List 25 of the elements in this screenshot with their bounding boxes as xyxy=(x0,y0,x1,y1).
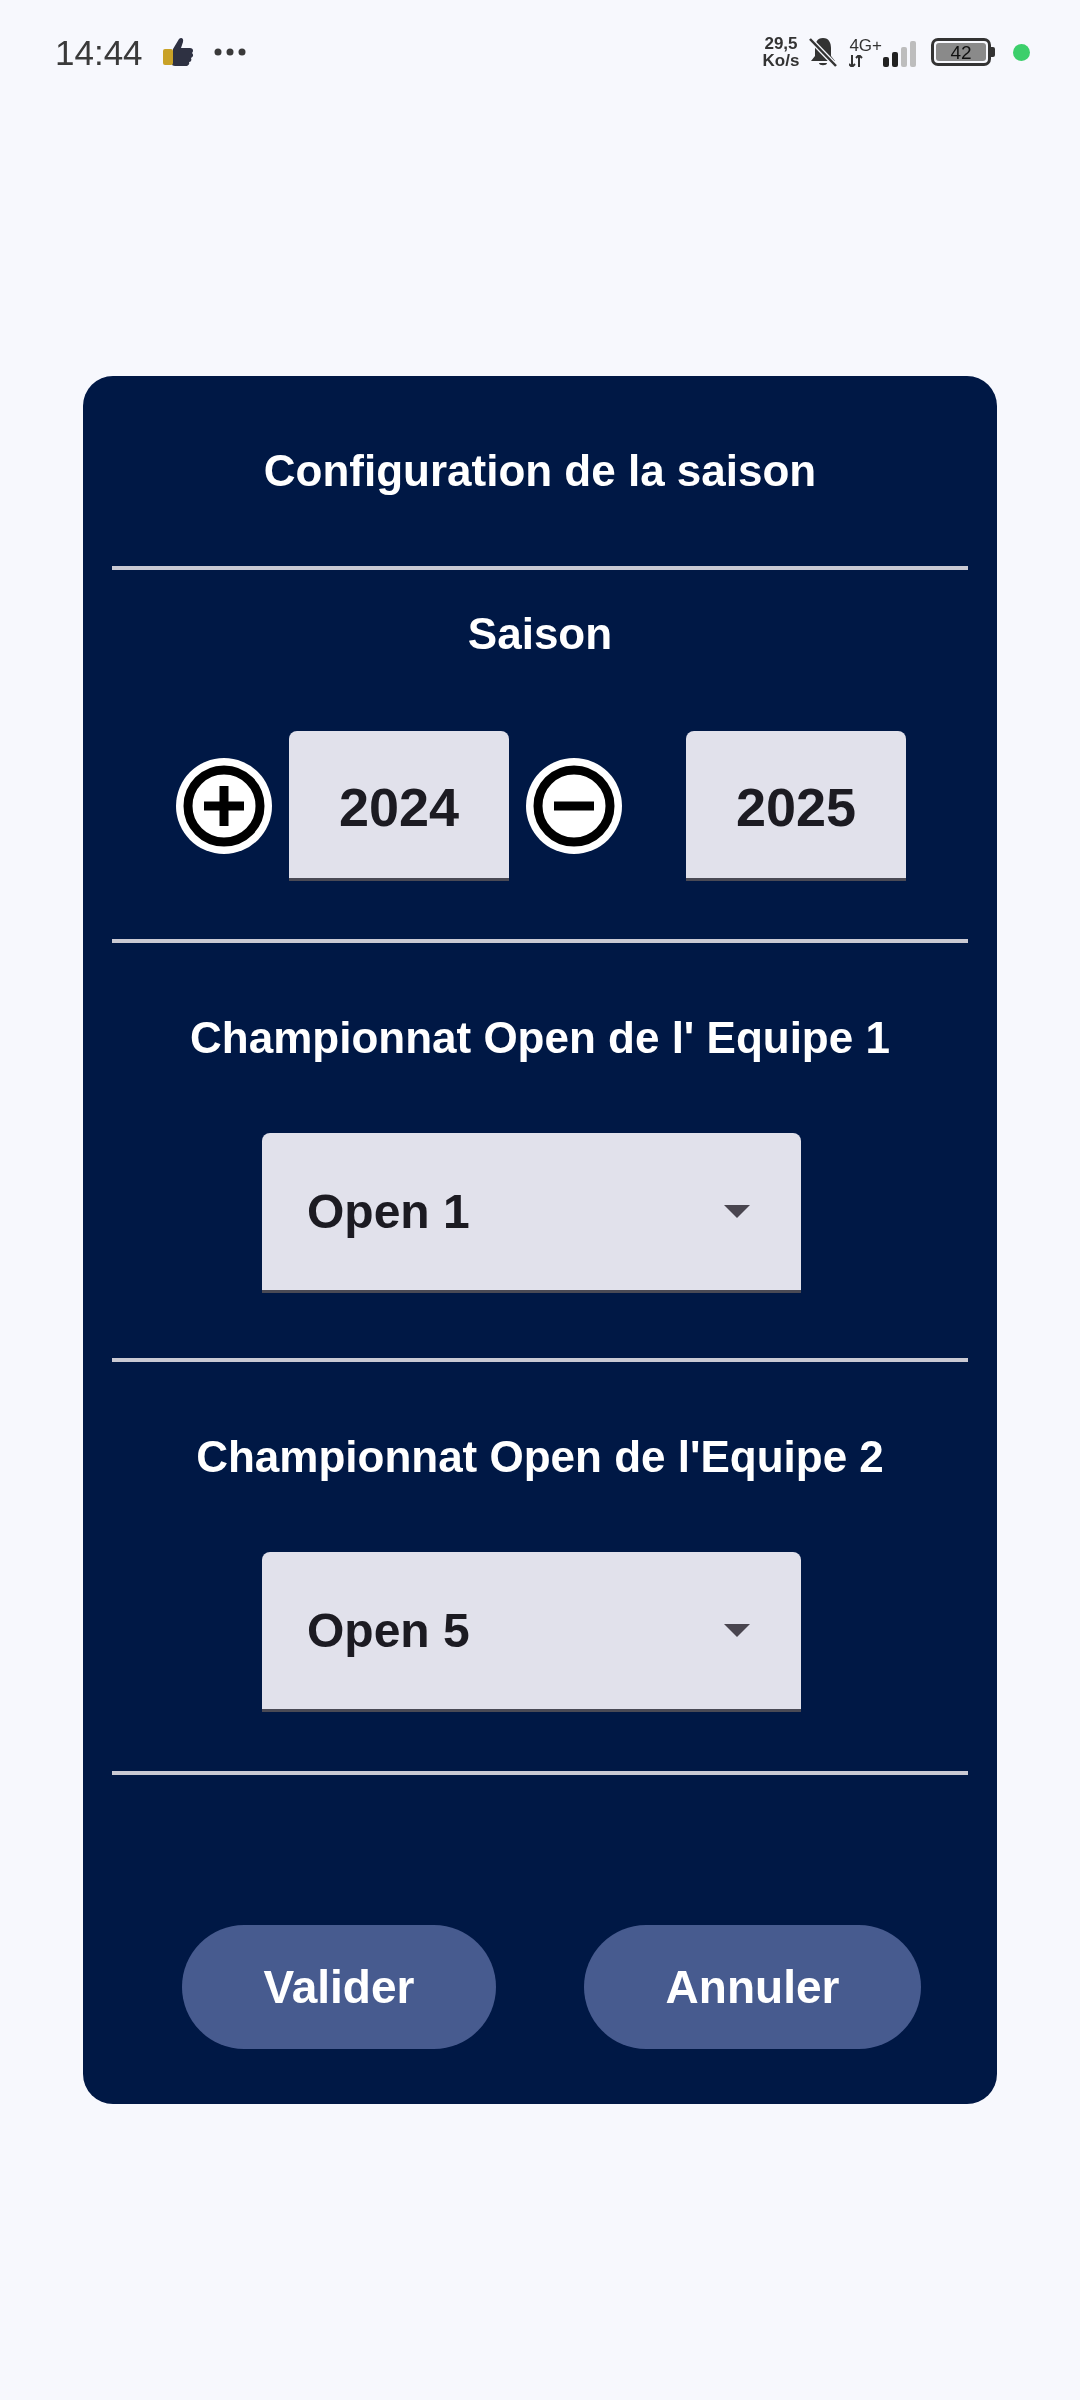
caret-icon xyxy=(724,1205,750,1218)
section-label: Championnat Open de l' Equipe 1 xyxy=(190,1016,890,1060)
plus-icon[interactable] xyxy=(176,758,272,854)
dialog-button[interactable]: Annuler xyxy=(584,1925,921,2049)
indicator-dot-icon xyxy=(1013,43,1030,61)
dialog-title: Configuration de la saison xyxy=(263,449,817,493)
dropdown[interactable]: Open 5 xyxy=(262,1552,801,1712)
network-type-label: 4G+ xyxy=(849,37,882,54)
section-label: Championnat Open de l'Equipe 2 xyxy=(196,1435,884,1479)
thumbs-up-icon xyxy=(160,35,195,69)
bell-muted-icon xyxy=(807,35,840,69)
dropdown[interactable]: Open 1 xyxy=(262,1133,801,1293)
caret-icon xyxy=(724,1624,750,1637)
network-speed-unit: Ko/s xyxy=(762,52,800,69)
section-label: Saison xyxy=(467,612,613,656)
year-field[interactable]: 2024 xyxy=(289,731,509,881)
dialog-button[interactable]: Valider xyxy=(182,1925,496,2049)
network-speed-value: 29,5 xyxy=(764,35,798,52)
signal-bars-icon xyxy=(883,41,919,67)
minus-icon[interactable] xyxy=(526,758,622,854)
data-arrows-icon xyxy=(849,55,864,67)
status-time: 14:44 xyxy=(55,34,143,70)
year-field[interactable]: 2025 xyxy=(686,731,906,881)
more-icon xyxy=(213,48,246,56)
battery-indicator: 42 xyxy=(931,38,995,66)
